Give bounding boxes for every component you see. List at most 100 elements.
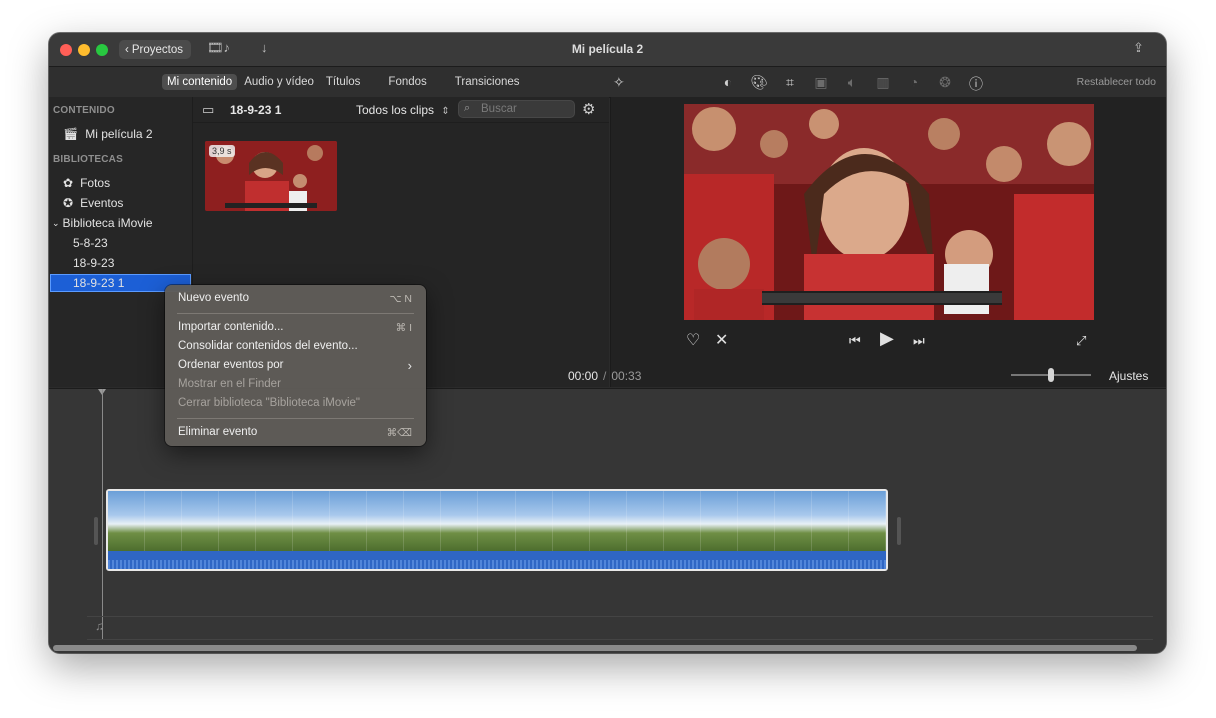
tab-audio-video[interactable]: Audio y vídeo xyxy=(239,74,319,90)
adjustment-tools: ◐ 🎨︎ ⌗ ▣ 🔈︎ ▥ ◔ ❂ ⓘ xyxy=(719,74,985,94)
media-tabs: Mi contenido Audio y vídeo Títulos Fondo… xyxy=(162,74,525,90)
sidebar-toggle-icon[interactable]: ▭ xyxy=(202,102,214,118)
media-toolbar: Mi contenido Audio y vídeo Títulos Fondo… xyxy=(49,67,1166,98)
menu-item-new-event[interactable]: Nuevo evento xyxy=(178,292,249,304)
clip-duration-badge: 3,9 s xyxy=(209,145,235,157)
clip-frame xyxy=(108,491,146,551)
browser-header: ▭ 18-9-23 1 Todos los clips ⇕ ⌕ Buscar ⚙ xyxy=(193,97,609,123)
clip-frame xyxy=(182,491,220,551)
photos-icon: ✿ xyxy=(63,176,74,190)
clip-thumbnail[interactable]: 3,9 s xyxy=(205,141,337,211)
timeline-clip[interactable] xyxy=(106,489,888,571)
audio-waveform xyxy=(108,551,886,569)
imovie-window: ‹ Proyectos 🎞︎♪ ↓ Mi película 2 ⇪ Mi con… xyxy=(49,33,1166,653)
music-note-icon: ♫ xyxy=(95,619,104,633)
equalizer-icon[interactable]: ▥ xyxy=(874,74,892,94)
search-icon: ⌕ xyxy=(464,102,471,114)
color-balance-icon[interactable]: ◐ xyxy=(719,74,737,94)
horizontal-scrollbar[interactable] xyxy=(53,645,1137,651)
clip-frame xyxy=(626,491,664,551)
menu-item-consolidate[interactable]: Consolidar contenidos del evento... xyxy=(178,340,358,352)
chevron-right-icon: › xyxy=(407,358,412,373)
viewer-panel: ♡ ✕ ⏮ ▶ ⏭ ⤢ xyxy=(610,97,1166,387)
sidebar-event-1[interactable]: 5-8-23 xyxy=(73,236,108,250)
updown-chevron-icon: ⇕ xyxy=(441,106,450,117)
music-lane[interactable] xyxy=(87,616,1153,640)
crop-icon[interactable]: ⌗ xyxy=(781,74,799,94)
playhead[interactable] xyxy=(102,389,103,639)
reset-all-button[interactable]: Restablecer todo xyxy=(1077,76,1156,88)
sidebar-item-events[interactable]: ✪ Eventos xyxy=(63,196,123,210)
color-palette-icon[interactable]: 🎨︎ xyxy=(750,74,768,94)
info-icon[interactable]: ⓘ xyxy=(967,74,985,94)
title-bar: ‹ Proyectos 🎞︎♪ ↓ Mi película 2 ⇪ xyxy=(49,33,1166,67)
timeline-start-handle[interactable] xyxy=(94,517,98,545)
menu-item-delete-event[interactable]: Eliminar evento xyxy=(178,426,257,438)
gear-icon[interactable]: ⚙ xyxy=(582,100,595,118)
filter-icon[interactable]: ❂ xyxy=(936,74,954,94)
star-icon: ✪ xyxy=(63,196,74,210)
clip-frame xyxy=(256,491,294,551)
search-field[interactable]: ⌕ Buscar xyxy=(458,100,575,118)
sidebar-item-label: Eventos xyxy=(80,196,124,210)
clip-filter-label: Todos los clips xyxy=(356,103,435,117)
zoom-slider-knob[interactable] xyxy=(1048,368,1054,382)
clip-frame xyxy=(589,491,627,551)
speed-icon[interactable]: ◔ xyxy=(905,74,923,94)
crowd-video-frame xyxy=(684,104,1094,320)
new-event-shortcut: ⌥ N xyxy=(389,293,412,305)
browser-title: 18-9-23 1 xyxy=(230,103,282,117)
clip-frame xyxy=(441,491,479,551)
content-section-header: CONTENIDO xyxy=(53,105,115,116)
clip-frame xyxy=(737,491,775,551)
skip-back-icon[interactable]: ⏮ xyxy=(849,333,861,349)
timeline-end-handle[interactable] xyxy=(897,517,901,545)
sidebar-item-photos[interactable]: ✿ Fotos xyxy=(63,176,110,190)
share-icon[interactable]: ⇪ xyxy=(1133,40,1144,56)
chevron-down-icon: ⌄ xyxy=(52,217,60,228)
clip-frame xyxy=(811,491,849,551)
clapper-icon: 🎬︎ xyxy=(63,127,79,141)
magic-wand-icon[interactable]: ✧ xyxy=(613,74,625,91)
heart-icon[interactable]: ♡ xyxy=(686,330,700,350)
time-separator: / xyxy=(603,369,607,383)
skip-forward-icon[interactable]: ⏭ xyxy=(913,333,925,349)
tab-backgrounds[interactable]: Fondos xyxy=(383,74,431,90)
reject-icon[interactable]: ✕ xyxy=(715,330,728,350)
fullscreen-icon[interactable]: ⤢ xyxy=(1076,333,1086,349)
libraries-section-header: BIBLIOTECAS xyxy=(53,154,123,165)
clip-frame xyxy=(478,491,516,551)
sidebar-item-label: Fotos xyxy=(80,176,111,190)
menu-item-sort-events[interactable]: Ordenar eventos por xyxy=(178,359,283,371)
clip-frame xyxy=(367,491,405,551)
menu-separator xyxy=(177,313,414,314)
clip-frames xyxy=(108,491,886,551)
clip-filter-select[interactable]: Todos los clips ⇕ xyxy=(356,103,450,117)
clip-frame xyxy=(145,491,183,551)
tab-transitions[interactable]: Transiciones xyxy=(450,74,525,90)
stabilization-icon[interactable]: ▣ xyxy=(812,74,830,94)
import-shortcut: ⌘ I xyxy=(395,322,412,334)
total-time: 00:33 xyxy=(611,369,642,383)
tab-my-content[interactable]: Mi contenido xyxy=(162,74,238,90)
menu-separator xyxy=(177,418,414,419)
sidebar-event-2[interactable]: 18-9-23 xyxy=(73,256,114,270)
video-preview[interactable] xyxy=(684,104,1094,320)
sidebar-event-3[interactable]: 18-9-23 1 xyxy=(73,276,124,290)
sidebar-item-project[interactable]: 🎬︎ Mi película 2 xyxy=(63,127,153,141)
clip-frame xyxy=(293,491,331,551)
context-menu: Nuevo evento ⌥ N Importar contenido... ⌘… xyxy=(165,285,426,446)
clip-frame xyxy=(219,491,257,551)
clip-frame xyxy=(404,491,442,551)
sidebar-item-library[interactable]: ⌄ Biblioteca iMovie xyxy=(52,216,153,230)
tab-titles[interactable]: Títulos xyxy=(321,74,366,90)
clip-frame xyxy=(700,491,738,551)
menu-item-show-finder: Mostrar en el Finder xyxy=(178,378,281,390)
menu-item-import[interactable]: Importar contenido... xyxy=(178,321,283,333)
play-icon[interactable]: ▶ xyxy=(880,328,894,349)
volume-icon[interactable]: 🔈︎ xyxy=(843,74,861,94)
timeline-zoom-slider[interactable] xyxy=(1011,368,1091,382)
settings-button[interactable]: Ajustes xyxy=(1109,369,1148,383)
delete-shortcut: ⌘⌫ xyxy=(386,427,412,439)
waveform-bars xyxy=(108,560,886,569)
